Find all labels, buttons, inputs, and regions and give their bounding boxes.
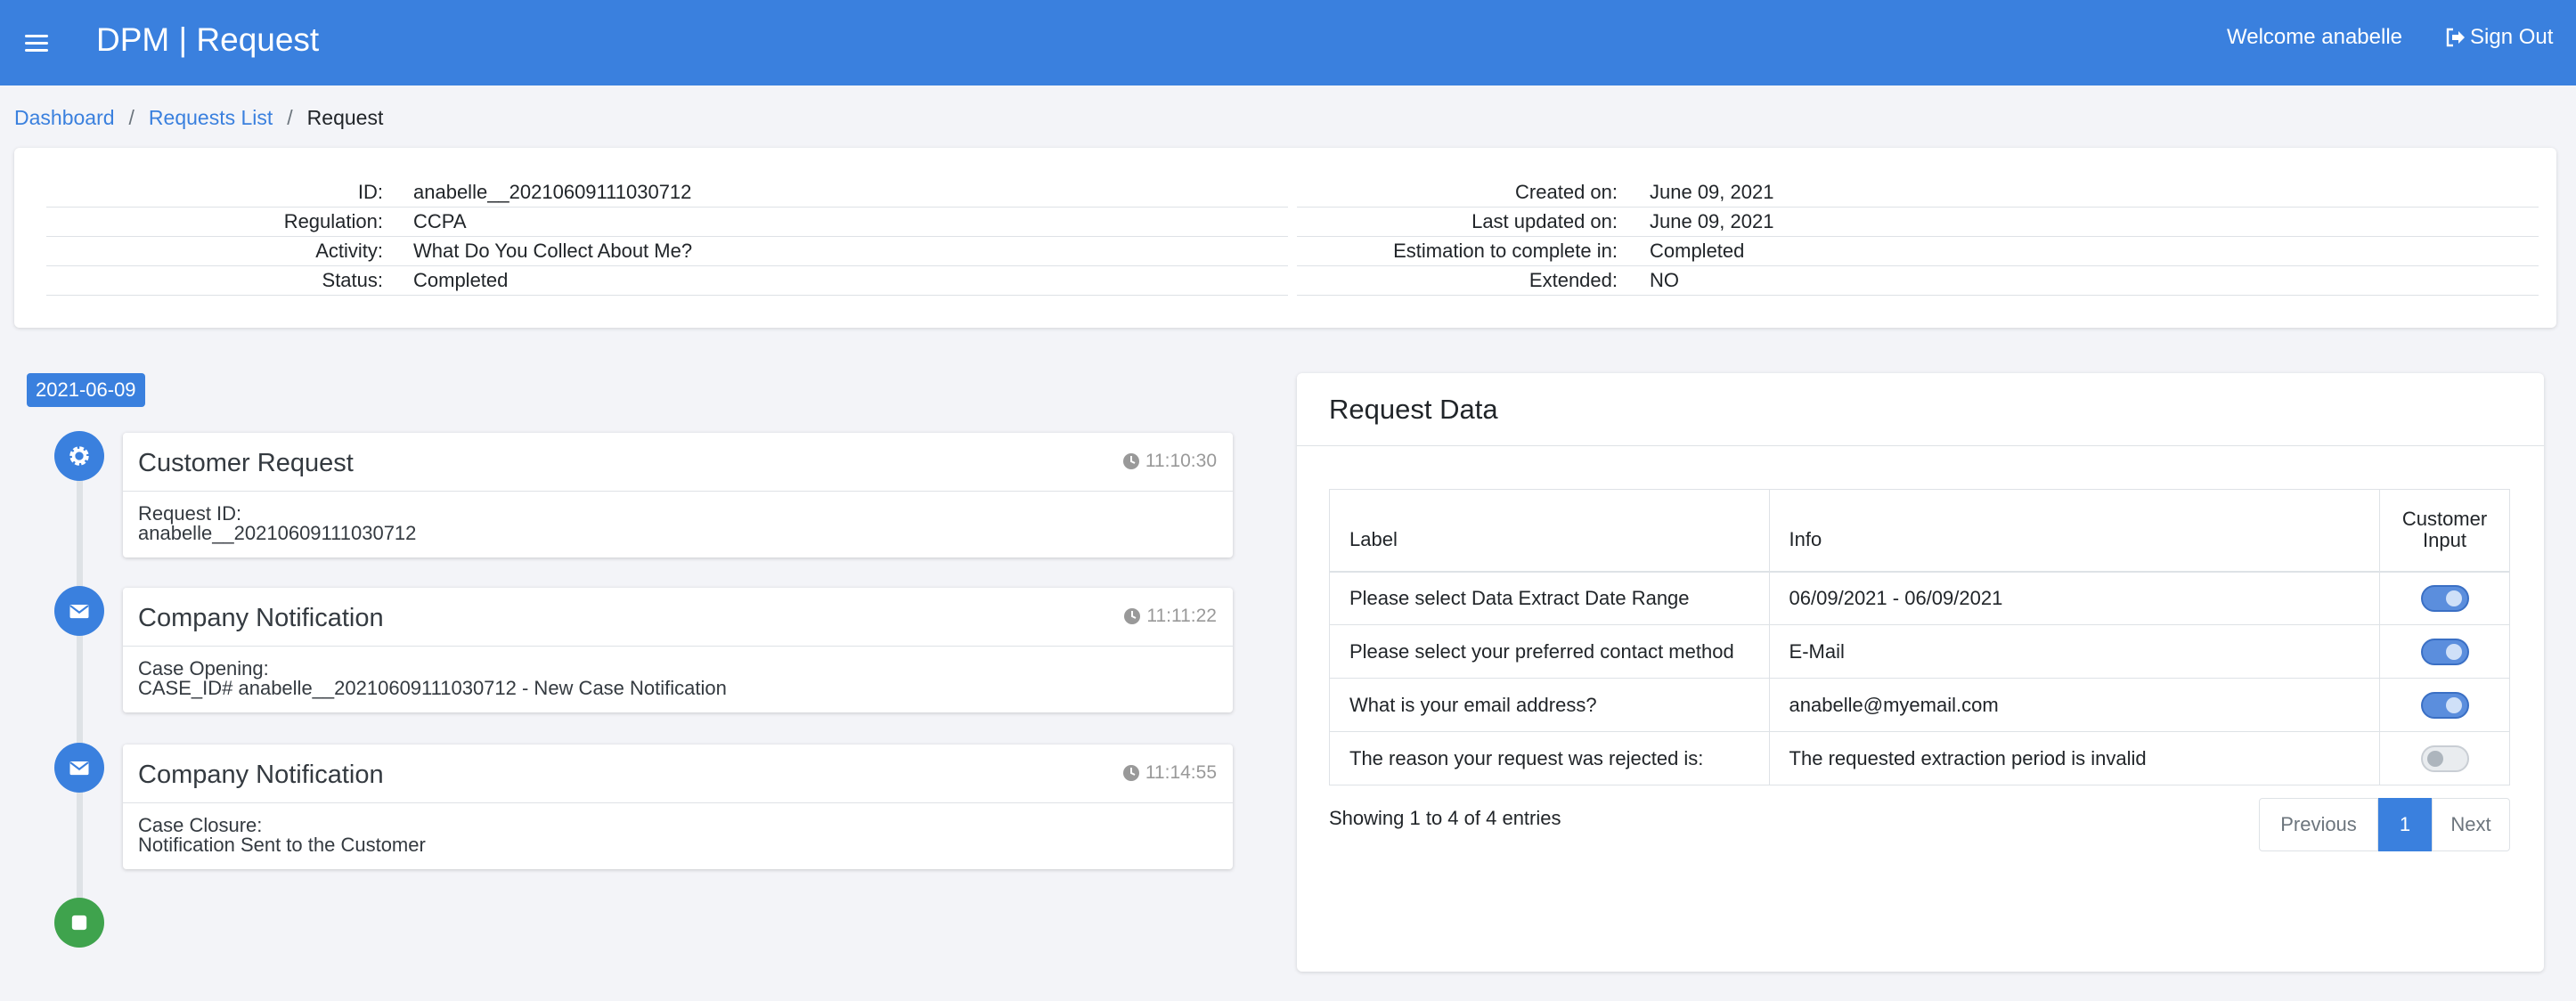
pagination-next-button[interactable]: Next — [2432, 798, 2510, 851]
info-label: Created on: — [1515, 181, 1618, 203]
clock-icon — [1122, 765, 1139, 781]
info-row-estimation: Estimation to complete in: Completed — [1297, 237, 2539, 266]
info-label: Activity: — [315, 240, 383, 262]
info-row-created-on: Created on: June 09, 2021 — [1297, 178, 2539, 208]
cell-label: What is your email address? — [1329, 678, 1770, 732]
timeline-item-time: 11:11:22 — [1123, 606, 1217, 627]
welcome-text: Welcome anabelle — [2227, 25, 2403, 49]
breadcrumb-separator: / — [287, 106, 293, 129]
info-row-last-updated: Last updated on: June 09, 2021 — [1297, 208, 2539, 237]
request-data-card: Request Data Label Info Customer Input P… — [1297, 373, 2544, 972]
timeline-item-title: Company Notification — [138, 604, 384, 632]
timeline-item-line2: CASE_ID# anabelle__20210609111030712 - N… — [138, 677, 727, 699]
table-row: Please select your preferred contact met… — [1329, 624, 2510, 679]
customer-input-toggle[interactable] — [2420, 638, 2469, 665]
customer-input-toggle[interactable] — [2420, 745, 2469, 772]
timeline-item-title: Customer Request — [138, 449, 354, 477]
cell-info: 06/09/2021 - 06/09/2021 — [1768, 571, 2381, 625]
breadcrumb: Dashboard / Requests List / Request — [14, 103, 383, 132]
breadcrumb-current: Request — [306, 106, 384, 129]
request-data-table: Label Info Customer Input Please select … — [1329, 489, 2510, 785]
clock-icon — [1124, 608, 1141, 624]
timeline-item-line2: Notification Sent to the Customer — [138, 834, 426, 856]
info-value: NO — [1650, 269, 1679, 291]
timeline-item-customer-request: Customer Request 11:10:30 Request ID: an… — [123, 433, 1233, 557]
customer-input-toggle[interactable] — [2420, 691, 2469, 719]
request-info-left: ID: anabelle__20210609111030712 Regulati… — [46, 178, 1288, 296]
envelope-icon — [54, 586, 104, 636]
info-label: Status: — [322, 269, 383, 291]
envelope-icon — [54, 743, 104, 793]
cell-info: The requested extraction period is inval… — [1768, 731, 2381, 785]
timeline-time-text: 11:10:30 — [1145, 451, 1217, 471]
column-header-info[interactable]: Info — [1768, 489, 2381, 573]
stop-icon — [54, 898, 104, 948]
info-row-activity: Activity: What Do You Collect About Me? — [46, 237, 1288, 266]
request-info-card: ID: anabelle__20210609111030712 Regulati… — [14, 148, 2556, 328]
timeline-item-case-opening: Company Notification 11:11:22 Case Openi… — [123, 588, 1233, 712]
sign-out-button[interactable]: Sign Out — [2445, 23, 2553, 52]
pagination-page-1[interactable]: 1 — [2378, 798, 2432, 851]
timeline-item-title: Company Notification — [138, 761, 384, 789]
cell-label: Please select Data Extract Date Range — [1329, 571, 1770, 625]
pagination: Previous 1 Next — [2259, 798, 2510, 851]
timeline-item-line2: anabelle__20210609111030712 — [138, 522, 417, 544]
column-header-label[interactable]: Label — [1329, 489, 1770, 573]
info-label: Estimation to complete in: — [1393, 240, 1618, 262]
timeline-item-line1: Request ID: — [138, 502, 242, 525]
timeline-time-text: 11:14:55 — [1145, 762, 1217, 783]
sign-out-label: Sign Out — [2470, 25, 2554, 49]
sign-out-icon — [2446, 28, 2465, 47]
info-value: June 09, 2021 — [1650, 210, 1774, 232]
pagination-previous-button[interactable]: Previous — [2259, 798, 2378, 851]
info-value: Completed — [1650, 240, 1745, 262]
timeline-time-text: 11:11:22 — [1146, 606, 1217, 626]
cell-label: The reason your request was rejected is: — [1329, 731, 1770, 785]
info-value: CCPA — [413, 210, 467, 232]
timeline-item-line1: Case Opening: — [138, 657, 269, 680]
table-row: Please select Data Extract Date Range 06… — [1329, 571, 2510, 625]
breadcrumb-requests-list-link[interactable]: Requests List — [149, 103, 273, 132]
hamburger-menu-icon[interactable] — [25, 27, 48, 59]
breadcrumb-dashboard-link[interactable]: Dashboard — [14, 103, 115, 132]
info-row-status: Status: Completed — [46, 266, 1288, 296]
info-value: anabelle__20210609111030712 — [413, 181, 692, 203]
info-label: Extended: — [1528, 269, 1618, 291]
top-navbar: DPM | Request Welcome anabelle Sign Out — [0, 0, 2576, 85]
timeline-item-case-closure: Company Notification 11:14:55 Case Closu… — [123, 745, 1233, 869]
clock-icon — [1122, 453, 1139, 469]
info-value: June 09, 2021 — [1650, 181, 1774, 203]
info-row-regulation: Regulation: CCPA — [46, 208, 1288, 237]
info-value: Completed — [413, 269, 509, 291]
info-label: Regulation: — [283, 210, 383, 232]
cell-label: Please select your preferred contact met… — [1329, 624, 1770, 679]
request-data-title: Request Data — [1329, 394, 1498, 425]
customer-input-toggle[interactable] — [2420, 584, 2469, 612]
request-info-right: Created on: June 09, 2021 Last updated o… — [1297, 178, 2539, 296]
gear-icon — [54, 431, 104, 481]
cell-info: anabelle@myemail.com — [1768, 678, 2381, 732]
timeline-line — [77, 463, 83, 913]
breadcrumb-separator: / — [128, 106, 135, 129]
info-row-extended: Extended: NO — [1297, 266, 2539, 296]
timeline-item-time: 11:10:30 — [1122, 451, 1217, 472]
timeline-date-badge: 2021-06-09 — [27, 373, 145, 407]
info-label: Last updated on: — [1471, 210, 1618, 232]
cell-info: E-Mail — [1768, 624, 2381, 679]
table-row: What is your email address? anabelle@mye… — [1329, 678, 2510, 732]
table-row: The reason your request was rejected is:… — [1329, 731, 2510, 785]
info-row-id: ID: anabelle__20210609111030712 — [46, 178, 1288, 208]
column-header-customer-input[interactable]: Customer Input — [2379, 489, 2510, 573]
app-title[interactable]: DPM | Request — [96, 20, 319, 61]
timeline-item-time: 11:14:55 — [1122, 762, 1217, 784]
info-label: ID: — [357, 181, 383, 203]
info-value: What Do You Collect About Me? — [413, 240, 693, 262]
timeline-item-line1: Case Closure: — [138, 814, 263, 836]
table-entries-info: Showing 1 to 4 of 4 entries — [1329, 807, 1561, 829]
